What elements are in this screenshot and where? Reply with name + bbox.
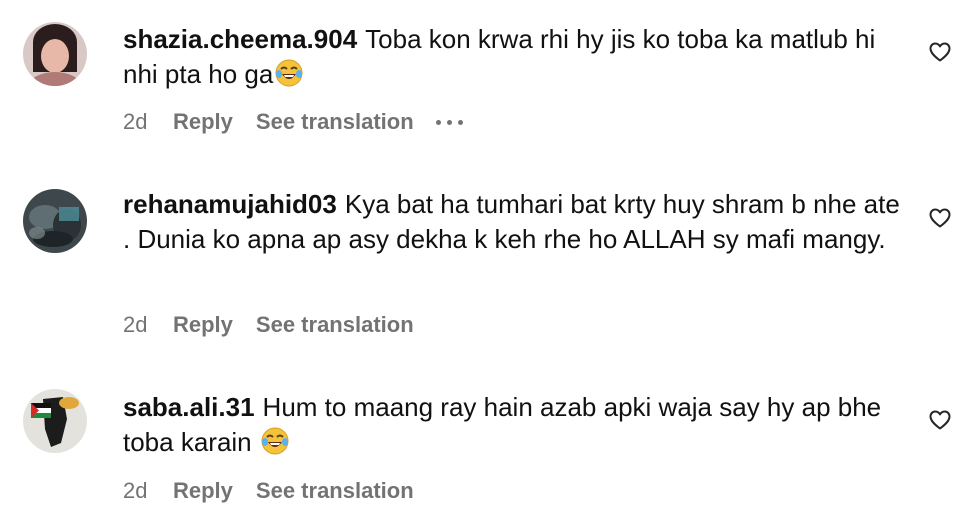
comment-item: saba.ali.31 Hum to maang ray hain azab ap… xyxy=(0,360,970,513)
more-options-icon[interactable] xyxy=(435,112,463,132)
comment-meta: 2d Reply See translation xyxy=(123,107,463,137)
comment-meta: 2d Reply See translation xyxy=(123,310,414,340)
avatar[interactable] xyxy=(23,389,87,453)
avatar[interactable] xyxy=(23,189,87,253)
like-heart-icon[interactable] xyxy=(928,408,952,432)
see-translation-button[interactable]: See translation xyxy=(256,312,414,338)
comment-age: 2d xyxy=(123,478,148,503)
comment-body: saba.ali.31 Hum to maang ray hain azab ap… xyxy=(123,390,908,464)
comment-username[interactable]: shazia.cheema.904 xyxy=(123,24,357,54)
laughing-tears-emoji-icon xyxy=(261,427,289,464)
reply-button[interactable]: Reply xyxy=(173,312,233,338)
like-heart-icon[interactable] xyxy=(928,40,952,64)
comment-username[interactable]: rehanamujahid03 xyxy=(123,189,337,219)
see-translation-button[interactable]: See translation xyxy=(256,109,414,135)
like-heart-icon[interactable] xyxy=(928,206,952,230)
comment-age: 2d xyxy=(123,312,148,337)
comment-item: rehanamujahid03 Kya bat ha tumhari bat kr… xyxy=(0,160,970,360)
reply-button[interactable]: Reply xyxy=(173,478,233,504)
reply-button[interactable]: Reply xyxy=(173,109,233,135)
laughing-tears-emoji-icon xyxy=(275,59,303,96)
comment-username[interactable]: saba.ali.31 xyxy=(123,392,255,422)
comment-item: shazia.cheema.904 Toba kon krwa rhi hy ji… xyxy=(0,0,970,160)
comment-body: shazia.cheema.904 Toba kon krwa rhi hy ji… xyxy=(123,22,908,96)
avatar[interactable] xyxy=(23,22,87,86)
see-translation-button[interactable]: See translation xyxy=(256,478,414,504)
comment-meta: 2d Reply See translation xyxy=(123,476,414,506)
comment-age: 2d xyxy=(123,109,148,134)
comment-body: rehanamujahid03 Kya bat ha tumhari bat kr… xyxy=(123,187,908,257)
